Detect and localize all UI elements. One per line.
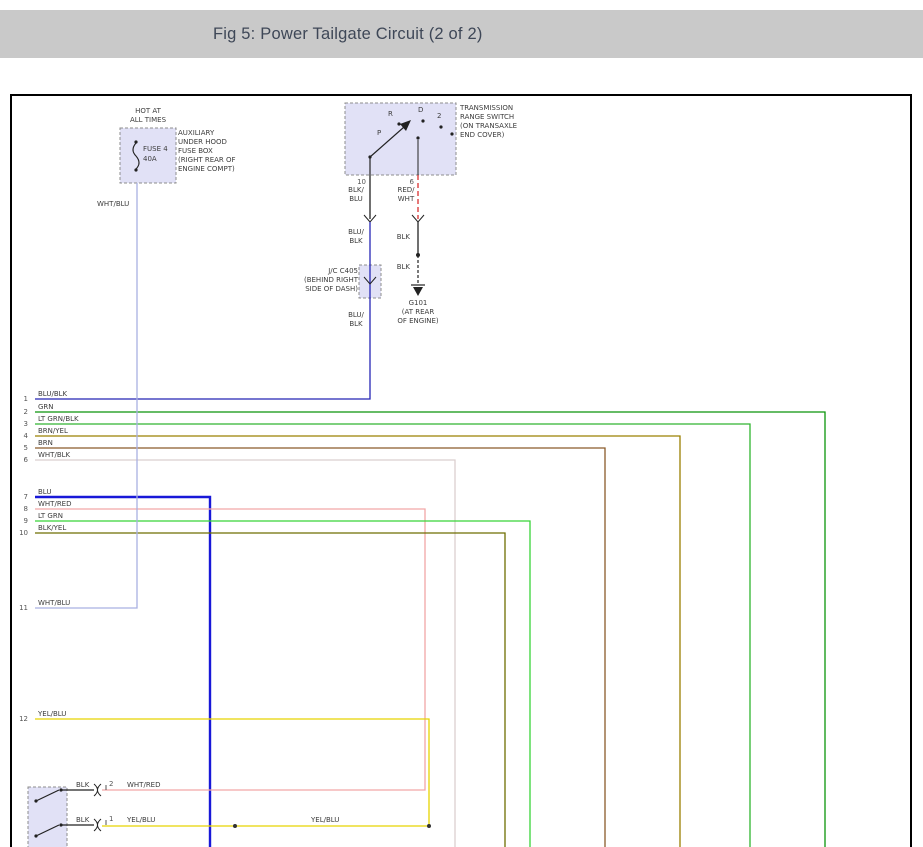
row-wire-label: WHT/BLU bbox=[38, 599, 70, 608]
wire-color-blk-label: BLK bbox=[76, 781, 89, 790]
row-number: 11 bbox=[14, 604, 28, 613]
wire-color-wht-red-label: WHT/RED bbox=[127, 781, 161, 790]
label-line: BLU/ bbox=[346, 228, 366, 237]
row-wire-label: LT GRN/BLK bbox=[38, 415, 79, 424]
row-wire-label: BRN bbox=[38, 439, 53, 448]
row-number: 8 bbox=[14, 505, 28, 514]
wire-color-blu-blk-upper-label: BLU/ BLK bbox=[346, 228, 366, 246]
wire-color-yel-blu-label: YEL/BLU bbox=[127, 816, 155, 825]
ground-label: G101 (AT REAR OF ENGINE) bbox=[386, 299, 450, 326]
label-line: BLU/ bbox=[346, 311, 366, 320]
page: Fig 5: Power Tailgate Circuit (2 of 2) bbox=[0, 0, 923, 847]
row-number: 2 bbox=[14, 408, 28, 417]
gear-position-2: 2 bbox=[437, 112, 441, 121]
row-number: 10 bbox=[14, 529, 28, 538]
pin-number-2: 2 bbox=[109, 780, 113, 789]
row-number: 7 bbox=[14, 493, 28, 502]
row-wire-label: BLU bbox=[38, 488, 51, 497]
wire-color-red-wht-label: RED/ WHT bbox=[396, 186, 416, 204]
label-line: G101 bbox=[386, 299, 450, 308]
label-line: END COVER) bbox=[460, 131, 517, 140]
row-wire-label: BLK/YEL bbox=[38, 524, 66, 533]
row-wire-label: YEL/BLU bbox=[38, 710, 66, 719]
label-line: (BEHIND RIGHT bbox=[282, 276, 358, 285]
label-line: HOT AT bbox=[122, 107, 174, 116]
fuse-box-location-label: AUXILIARY UNDER HOOD FUSE BOX (RIGHT REA… bbox=[178, 129, 236, 174]
wire-color-blu-blk-lower-label: BLU/ BLK bbox=[346, 311, 366, 329]
hot-at-all-times-label: HOT AT ALL TIMES bbox=[122, 107, 174, 125]
splice-dot bbox=[427, 824, 431, 828]
junction-label: J/C C405 (BEHIND RIGHT SIDE OF DASH) bbox=[282, 267, 358, 294]
label-line: SIDE OF DASH) bbox=[282, 285, 358, 294]
range-switch-title: TRANSMISSION RANGE SWITCH (ON TRANSAXLE … bbox=[460, 104, 517, 140]
row-number: 6 bbox=[14, 456, 28, 465]
pin-number-1: 1 bbox=[109, 815, 113, 824]
gear-position-r: R bbox=[388, 110, 393, 119]
row-wire-label: WHT/BLK bbox=[38, 451, 70, 460]
row-wire-label: LT GRN bbox=[38, 512, 63, 521]
label-line: FUSE BOX bbox=[178, 147, 236, 156]
label-line: BLK/ bbox=[346, 186, 366, 195]
label-line: ALL TIMES bbox=[122, 116, 174, 125]
label-line: J/C C405 bbox=[282, 267, 358, 276]
fuse-name-label: FUSE 4 bbox=[143, 145, 168, 154]
row-number: 9 bbox=[14, 517, 28, 526]
label-line: TRANSMISSION bbox=[460, 104, 517, 113]
wire-color-blk-lower-label: BLK bbox=[392, 263, 410, 272]
wire-color-blk-blu-label: BLK/ BLU bbox=[346, 186, 366, 204]
label-line: BLU bbox=[346, 195, 366, 204]
label-line: WHT bbox=[396, 195, 416, 204]
label-line: UNDER HOOD bbox=[178, 138, 236, 147]
label-line: (AT REAR bbox=[386, 308, 450, 317]
row-wire-label: GRN bbox=[38, 403, 54, 412]
label-line: RANGE SWITCH bbox=[460, 113, 517, 122]
row-number: 12 bbox=[14, 715, 28, 724]
label-line: BLK bbox=[346, 237, 366, 246]
label-line: BLK bbox=[346, 320, 366, 329]
label-line: OF ENGINE) bbox=[386, 317, 450, 326]
wiring-diagram: HOT AT ALL TIMES FUSE 4 40A AUXILIARY UN… bbox=[0, 0, 923, 847]
wire-color-yel-blu-mid-label: YEL/BLU bbox=[311, 816, 339, 825]
splice-dot bbox=[233, 824, 237, 828]
fuse-rating-label: 40A bbox=[143, 155, 157, 164]
row-number: 4 bbox=[14, 432, 28, 441]
label-line: (ON TRANSAXLE bbox=[460, 122, 517, 131]
row-number: 5 bbox=[14, 444, 28, 453]
gear-position-d: D bbox=[418, 106, 423, 115]
row-number: 3 bbox=[14, 420, 28, 429]
row-wire-label: WHT/RED bbox=[38, 500, 72, 509]
row-wire-label: BRN/YEL bbox=[38, 427, 68, 436]
label-line: AUXILIARY bbox=[178, 129, 236, 138]
wire-color-blk-label: BLK bbox=[76, 816, 89, 825]
row-number: 1 bbox=[14, 395, 28, 404]
fuse-wire-color-label: WHT/BLU bbox=[97, 200, 129, 209]
label-line: ENGINE COMPT) bbox=[178, 165, 236, 174]
row-wire-label: BLU/BLK bbox=[38, 390, 67, 399]
gear-position-p: P bbox=[377, 129, 381, 138]
diagram-frame bbox=[11, 95, 911, 847]
label-line: (RIGHT REAR OF bbox=[178, 156, 236, 165]
wire-color-blk-upper-label: BLK bbox=[392, 233, 410, 242]
label-line: RED/ bbox=[396, 186, 416, 195]
